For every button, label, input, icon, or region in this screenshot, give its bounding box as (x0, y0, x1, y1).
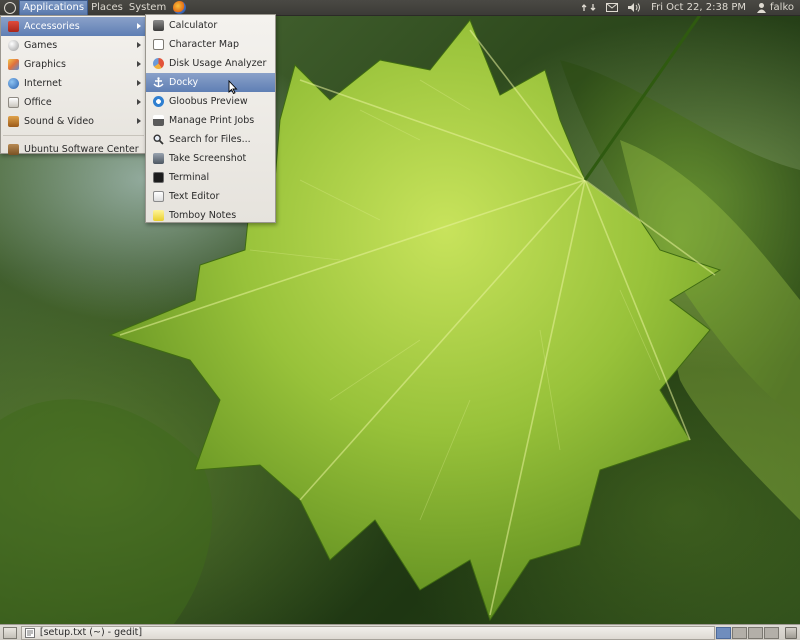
places-menu-button[interactable]: Places (88, 0, 126, 16)
menu-item-games[interactable]: Games (1, 36, 146, 55)
menu-item-label: Terminal (169, 172, 210, 183)
workspace-switcher (715, 626, 780, 639)
menu-item-search-files[interactable]: Search for Files... (146, 130, 275, 149)
submenu-arrow-icon (137, 61, 141, 67)
docky-icon (152, 77, 164, 89)
calculator-icon (152, 20, 164, 32)
clock[interactable]: Fri Oct 22, 2:38 PM (651, 2, 746, 13)
mail-icon[interactable] (606, 3, 619, 12)
firefox-icon[interactable] (173, 1, 187, 14)
menu-item-label: Take Screenshot (169, 153, 247, 164)
menu-item-terminal[interactable]: Terminal (146, 168, 275, 187)
menu-item-software-center[interactable]: Ubuntu Software Center (1, 140, 146, 159)
gloobus-icon (152, 96, 164, 108)
menu-item-label: Text Editor (169, 191, 220, 202)
menu-item-label: Accessories (24, 21, 80, 32)
workspace-3[interactable] (748, 626, 764, 639)
volume-icon[interactable] (628, 2, 641, 13)
menu-item-label: Manage Print Jobs (169, 115, 255, 126)
user-icon (757, 3, 767, 13)
top-panel: Applications Places System Fri Oct 22, 2… (0, 0, 800, 16)
submenu-arrow-icon (137, 118, 141, 124)
menu-item-label: Docky (169, 77, 199, 88)
text-editor-icon (24, 627, 35, 638)
user-menu[interactable]: falko (756, 2, 794, 13)
menu-item-graphics[interactable]: Graphics (1, 55, 146, 74)
workspace-2[interactable] (732, 626, 748, 639)
office-icon (7, 97, 19, 109)
ubuntu-logo-icon[interactable] (4, 1, 16, 14)
internet-icon (7, 78, 19, 90)
submenu-arrow-icon (137, 23, 141, 29)
submenu-arrow-icon (137, 99, 141, 105)
menu-item-character-map[interactable]: Character Map (146, 35, 275, 54)
menu-item-text-editor[interactable]: Text Editor (146, 187, 275, 206)
taskbar-window-gedit[interactable]: [setup.txt (~) - gedit] (20, 625, 716, 640)
menu-item-label: Internet (24, 78, 62, 89)
games-icon (7, 40, 19, 52)
software-center-icon (7, 144, 19, 156)
bottom-panel: [setup.txt (~) - gedit] (0, 624, 800, 640)
menu-item-label: Tomboy Notes (169, 210, 237, 221)
mouse-cursor-icon (228, 80, 238, 94)
disk-usage-icon (152, 58, 164, 70)
workspace-1[interactable] (716, 626, 732, 639)
menu-item-label: Disk Usage Analyzer (169, 58, 267, 69)
accessories-icon (7, 21, 19, 33)
network-icon[interactable] (582, 2, 596, 13)
workspace-4[interactable] (764, 626, 780, 639)
menu-item-sound-video[interactable]: Sound & Video (1, 112, 146, 131)
tomboy-icon (152, 210, 164, 222)
menu-item-internet[interactable]: Internet (1, 74, 146, 93)
trash-icon[interactable] (785, 626, 798, 639)
menu-item-label: Graphics (24, 59, 66, 70)
show-desktop-button[interactable] (3, 626, 17, 639)
user-name: falko (770, 2, 794, 13)
menu-item-print-jobs[interactable]: Manage Print Jobs (146, 111, 275, 130)
menu-item-label: Games (24, 40, 58, 51)
taskbar-window-title: [setup.txt (~) - gedit] (39, 627, 143, 638)
menu-item-accessories[interactable]: Accessories (1, 17, 146, 36)
graphics-icon (7, 59, 19, 71)
menu-item-label: Character Map (169, 39, 239, 50)
screenshot-icon (152, 153, 164, 165)
applications-menu-button[interactable]: Applications (19, 0, 89, 16)
menu-item-disk-usage[interactable]: Disk Usage Analyzer (146, 54, 275, 73)
submenu-arrow-icon (137, 42, 141, 48)
menu-item-docky[interactable]: Docky (146, 73, 275, 92)
menu-item-screenshot[interactable]: Take Screenshot (146, 149, 275, 168)
character-map-icon (152, 39, 164, 51)
menu-item-label: Gloobus Preview (169, 96, 248, 107)
submenu-arrow-icon (137, 80, 141, 86)
menu-item-label: Office (24, 97, 52, 108)
menu-item-calculator[interactable]: Calculator (146, 16, 275, 35)
printer-icon (152, 115, 164, 127)
menu-item-office[interactable]: Office (1, 93, 146, 112)
sound-video-icon (7, 116, 19, 128)
menu-item-gloobus[interactable]: Gloobus Preview (146, 92, 275, 111)
system-tray: Fri Oct 22, 2:38 PM falko (582, 0, 800, 16)
menu-item-label: Search for Files... (169, 134, 251, 145)
menu-separator (3, 131, 144, 136)
menu-item-label: Calculator (169, 20, 218, 31)
accessories-submenu: Calculator Character Map Disk Usage Anal… (145, 14, 276, 223)
applications-menu: Accessories Games Graphics Internet Offi… (0, 15, 147, 155)
search-icon (152, 134, 164, 146)
menu-item-label: Ubuntu Software Center (24, 144, 139, 155)
menu-item-label: Sound & Video (24, 116, 94, 127)
menu-item-tomboy[interactable]: Tomboy Notes (146, 206, 275, 225)
terminal-icon (152, 172, 164, 184)
text-editor-icon (152, 191, 164, 203)
